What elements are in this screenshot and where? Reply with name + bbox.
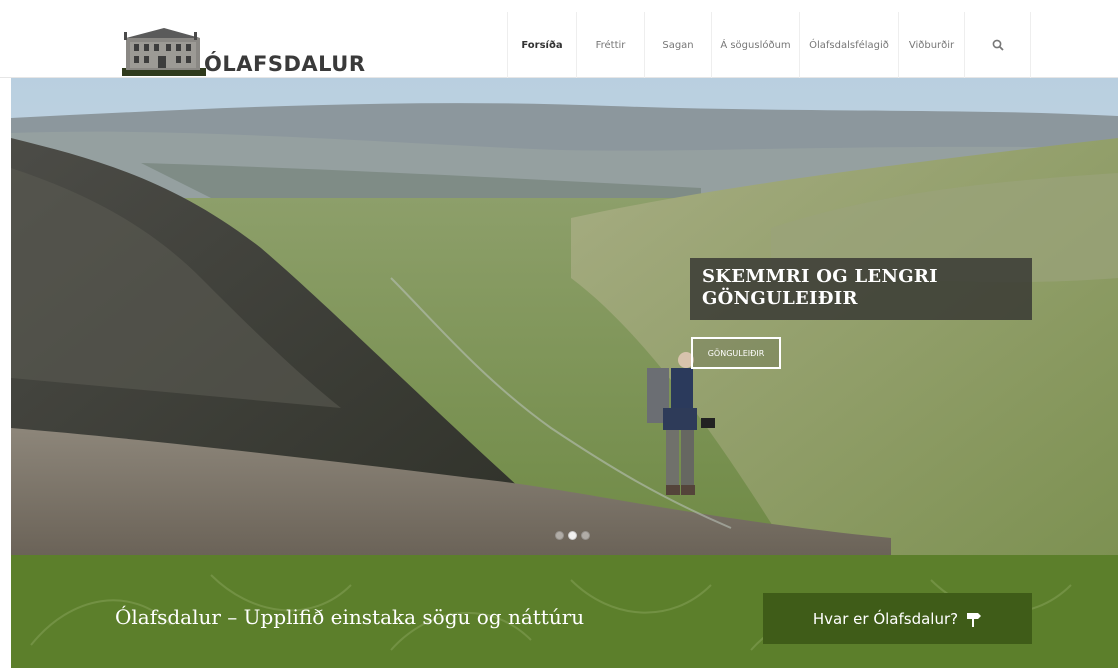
slider-dot-active[interactable] <box>568 531 577 540</box>
nav-item-frettir[interactable]: Fréttir <box>576 12 644 78</box>
search-button[interactable] <box>964 12 1031 78</box>
house-logo-icon <box>122 24 206 76</box>
caption-title-line1: SKEMMRI OG LENGRI <box>702 266 938 287</box>
nav-item-forsida[interactable]: Forsíða <box>507 12 576 78</box>
site-logo[interactable]: ÓLAFSDALUR <box>122 22 366 76</box>
slider-dot[interactable] <box>581 531 590 540</box>
band-button-label: Hvar er Ólafsdalur? <box>812 609 959 628</box>
nav-item-a-soguslodum[interactable]: Á söguslóðum <box>711 12 799 78</box>
search-icon <box>992 39 1004 51</box>
where-is-olafsdalur-button[interactable]: Hvar er Ólafsdalur? <box>763 593 1032 644</box>
gonguleidir-button[interactable]: GÖNGULEIÐIR <box>691 337 781 369</box>
logo-text: ÓLAFSDALUR <box>204 52 366 76</box>
nav-item-olafsdalsfelagid[interactable]: Ólafsdalsfélagið <box>799 12 898 78</box>
nav-item-vidburdir[interactable]: Viðburðir <box>898 12 964 78</box>
slide-caption: SKEMMRI OG LENGRI GÖNGULEIÐIR <box>690 258 1032 320</box>
promo-band: Ólafsdalur – Upplifið einstaka sögu og n… <box>11 555 1118 668</box>
nav-item-sagan[interactable]: Sagan <box>644 12 711 78</box>
slider-dot[interactable] <box>555 531 564 540</box>
caption-title-line2: GÖNGULEIÐIR <box>702 288 858 309</box>
main-nav: Forsíða Fréttir Sagan Á söguslóðum Ólafs… <box>507 12 1031 78</box>
site-header: ÓLAFSDALUR Forsíða Fréttir Sagan Á sögus… <box>0 0 1118 78</box>
signpost-icon <box>967 612 982 627</box>
band-tagline: Ólafsdalur – Upplifið einstaka sögu og n… <box>115 605 585 629</box>
slider-dots <box>555 531 590 540</box>
